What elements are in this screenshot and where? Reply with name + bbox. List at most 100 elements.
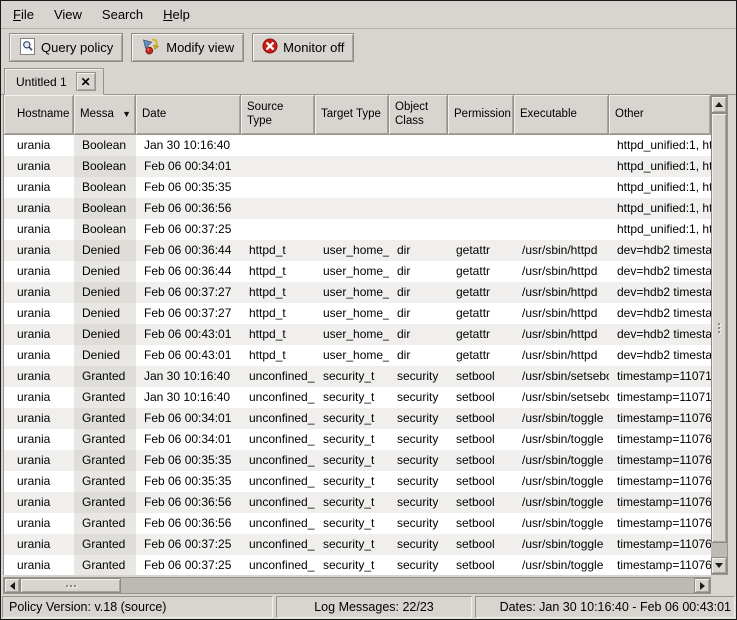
table-cell: security <box>389 471 448 492</box>
table-cell: Granted <box>74 492 136 513</box>
monitor-off-button[interactable]: Monitor off <box>252 33 354 62</box>
table-cell: /usr/sbin/toggle <box>514 513 609 534</box>
table-cell: Feb 06 00:37:27 <box>136 282 241 303</box>
table-cell: Denied <box>74 261 136 282</box>
modify-view-label: Modify view <box>166 40 234 55</box>
grip-icon <box>718 331 720 333</box>
table-cell: timestamp=110766 <box>609 450 711 471</box>
column-header-other[interactable]: Other <box>609 95 711 135</box>
table-cell: timestamp=110766 <box>609 513 711 534</box>
column-header-target-type[interactable]: Target Type <box>315 95 389 135</box>
query-policy-button[interactable]: Query policy <box>9 33 123 62</box>
table-cell <box>389 219 448 240</box>
table-cell: urania <box>4 429 74 450</box>
table-cell: Granted <box>74 450 136 471</box>
table-cell: urania <box>4 408 74 429</box>
column-header-permission[interactable]: Permission <box>448 95 514 135</box>
table-row[interactable]: uraniaGrantedFeb 06 00:37:25unconfined_s… <box>4 555 711 575</box>
table-cell: Denied <box>74 345 136 366</box>
table-row[interactable]: uraniaDeniedFeb 06 00:36:44httpd_tuser_h… <box>4 261 711 282</box>
table-cell: httpd_unified:1, htt <box>609 198 711 219</box>
menu-item-file[interactable]: File <box>3 3 44 26</box>
table-cell: httpd_unified:1, htt <box>609 177 711 198</box>
table-cell: urania <box>4 135 74 156</box>
table-row[interactable]: uraniaGrantedFeb 06 00:36:56unconfined_s… <box>4 492 711 513</box>
table-row[interactable]: uraniaBooleanFeb 06 00:34:01httpd_unifie… <box>4 156 711 177</box>
table-cell: Feb 06 00:34:01 <box>136 408 241 429</box>
table-row[interactable]: uraniaBooleanFeb 06 00:37:25httpd_unifie… <box>4 219 711 240</box>
horizontal-scrollbar-thumb[interactable] <box>20 578 121 593</box>
app-window: FileViewSearchHelp Query policy <box>0 0 737 620</box>
scroll-right-button[interactable] <box>694 578 710 593</box>
table-row[interactable]: uraniaDeniedFeb 06 00:37:27httpd_tuser_h… <box>4 282 711 303</box>
table-row[interactable]: uraniaDeniedFeb 06 00:37:27httpd_tuser_h… <box>4 303 711 324</box>
menubar: FileViewSearchHelp <box>1 1 736 29</box>
scroll-up-button[interactable] <box>711 96 727 113</box>
table-cell: Feb 06 00:34:01 <box>136 429 241 450</box>
table-cell <box>448 198 514 219</box>
table-row[interactable]: uraniaGrantedFeb 06 00:36:56unconfined_s… <box>4 513 711 534</box>
table-cell: unconfined_ <box>241 513 315 534</box>
table-cell: Feb 06 00:36:44 <box>136 240 241 261</box>
column-header-hostname[interactable]: Hostname <box>4 95 74 135</box>
table-cell <box>514 135 609 156</box>
vertical-scrollbar-thumb[interactable] <box>711 113 727 543</box>
menu-item-view[interactable]: View <box>44 3 92 26</box>
table-cell: setbool <box>448 513 514 534</box>
sort-descending-icon: ▼ <box>119 109 131 120</box>
table-cell: Boolean <box>74 219 136 240</box>
table-row[interactable]: uraniaGrantedFeb 06 00:34:01unconfined_s… <box>4 408 711 429</box>
menu-item-help[interactable]: Help <box>153 3 200 26</box>
column-header-source-type[interactable]: Source Type <box>241 95 315 135</box>
horizontal-scrollbar[interactable] <box>3 577 711 594</box>
tab-untitled-1[interactable]: Untitled 1 ✕ <box>4 68 104 95</box>
table-cell <box>241 156 315 177</box>
table-cell: httpd_t <box>241 345 315 366</box>
column-header-date[interactable]: Date <box>136 95 241 135</box>
table-row[interactable]: uraniaBooleanFeb 06 00:36:56httpd_unifie… <box>4 198 711 219</box>
vertical-scrollbar-trough[interactable] <box>711 543 727 557</box>
table-cell: /usr/sbin/setsebo <box>514 366 609 387</box>
scroll-left-button[interactable] <box>4 578 20 593</box>
tab-close-button[interactable]: ✕ <box>76 72 96 91</box>
table-row[interactable]: uraniaGrantedFeb 06 00:34:01unconfined_s… <box>4 429 711 450</box>
modify-view-button[interactable]: Modify view <box>131 33 244 62</box>
table-row[interactable]: uraniaDeniedFeb 06 00:43:01httpd_tuser_h… <box>4 324 711 345</box>
table-cell: /usr/sbin/toggle <box>514 471 609 492</box>
column-header-object-class[interactable]: Object Class <box>389 95 448 135</box>
table-row[interactable]: uraniaGrantedFeb 06 00:35:35unconfined_s… <box>4 450 711 471</box>
horizontal-scrollbar-trough[interactable] <box>121 578 694 593</box>
table-cell: Boolean <box>74 198 136 219</box>
table-cell: /usr/sbin/toggle <box>514 555 609 575</box>
menu-item-search[interactable]: Search <box>92 3 153 26</box>
table-cell: Feb 06 00:35:35 <box>136 177 241 198</box>
monitor-off-label: Monitor off <box>283 40 344 55</box>
table-cell <box>315 135 389 156</box>
table-cell: Granted <box>74 555 136 575</box>
table-cell: getattr <box>448 324 514 345</box>
table-cell <box>241 135 315 156</box>
table-cell: security <box>389 387 448 408</box>
table-row[interactable]: uraniaGrantedFeb 06 00:35:35unconfined_s… <box>4 471 711 492</box>
table-row[interactable]: uraniaGrantedJan 30 10:16:40unconfined_s… <box>4 387 711 408</box>
vertical-scrollbar[interactable] <box>711 95 728 575</box>
column-header-messa[interactable]: Messa▼ <box>74 95 136 135</box>
table-row[interactable]: uraniaDeniedFeb 06 00:36:44httpd_tuser_h… <box>4 240 711 261</box>
statusbar: Policy Version: v.18 (source) Log Messag… <box>2 596 735 618</box>
table-row[interactable]: uraniaBooleanJan 30 10:16:40httpd_unifie… <box>4 135 711 156</box>
table-row[interactable]: uraniaGrantedFeb 06 00:37:25unconfined_s… <box>4 534 711 555</box>
table-cell: urania <box>4 219 74 240</box>
table-cell: dev=hdb2 timestam <box>609 345 711 366</box>
column-header-executable[interactable]: Executable <box>514 95 609 135</box>
scroll-down-button[interactable] <box>711 557 727 574</box>
table-cell <box>514 177 609 198</box>
tabbar: Untitled 1 ✕ <box>1 66 736 95</box>
column-header-label: Permission <box>454 108 511 122</box>
table-row[interactable]: uraniaDeniedFeb 06 00:43:01httpd_tuser_h… <box>4 345 711 366</box>
table-cell: httpd_t <box>241 303 315 324</box>
table-cell: unconfined_ <box>241 450 315 471</box>
table-cell: security_t <box>315 492 389 513</box>
table-row[interactable]: uraniaBooleanFeb 06 00:35:35httpd_unifie… <box>4 177 711 198</box>
table-row[interactable]: uraniaGrantedJan 30 10:16:40unconfined_s… <box>4 366 711 387</box>
table-cell: Granted <box>74 429 136 450</box>
